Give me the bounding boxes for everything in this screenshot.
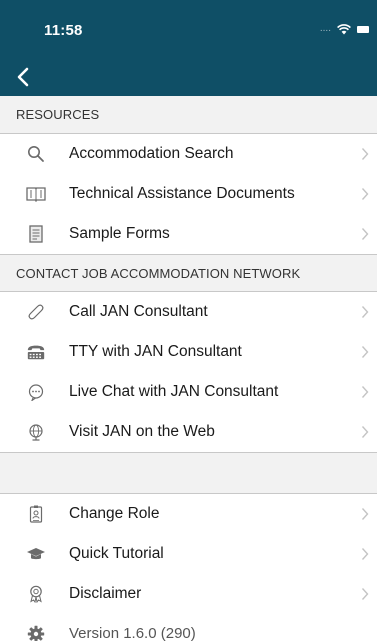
chevron-right-icon (361, 386, 369, 398)
gear-icon (26, 624, 46, 641)
chevron-right-icon (361, 346, 369, 358)
version-row: Version 1.6.0 (290) (0, 614, 377, 641)
status-bar: 11:58 .... (0, 0, 377, 58)
row-label: Quick Tutorial (69, 545, 164, 562)
row-label: Accommodation Search (69, 145, 234, 162)
document-icon (26, 224, 46, 244)
row-label: Visit JAN on the Web (69, 423, 215, 440)
row-change-role[interactable]: Change Role (0, 494, 377, 534)
row-visit-jan-on-the-web[interactable]: Visit JAN on the Web (0, 412, 377, 452)
row-live-chat-with-jan-consultant[interactable]: Live Chat with JAN Consultant (0, 372, 377, 412)
battery-icon (357, 25, 369, 33)
graduation-cap-icon (26, 544, 46, 564)
row-label: Change Role (69, 505, 160, 522)
version-label: Version 1.6.0 (290) (69, 625, 196, 641)
wifi-icon (337, 23, 351, 34)
section-header-contact: CONTACT JOB ACCOMMODATION NETWORK (0, 254, 377, 292)
row-technical-assistance-documents[interactable]: Technical Assistance Documents (0, 174, 377, 214)
signal-dots-icon: .... (319, 23, 331, 34)
row-label: Call JAN Consultant (69, 303, 208, 320)
chevron-right-icon (361, 548, 369, 560)
settings-list: RESOURCES Accommodation Search Technical… (0, 96, 377, 641)
back-button[interactable] (8, 62, 38, 92)
row-tty-with-jan-consultant[interactable]: TTY with JAN Consultant (0, 332, 377, 372)
row-disclaimer[interactable]: Disclaimer (0, 574, 377, 614)
chevron-right-icon (361, 426, 369, 438)
phone-icon (26, 302, 46, 322)
chevron-left-icon (17, 67, 29, 87)
row-quick-tutorial[interactable]: Quick Tutorial (0, 534, 377, 574)
chevron-right-icon (361, 588, 369, 600)
status-icons: .... (320, 22, 369, 36)
section-header-resources: RESOURCES (0, 96, 377, 134)
chevron-right-icon (361, 148, 369, 160)
book-icon (26, 184, 46, 204)
id-badge-icon (26, 504, 46, 524)
navigation-bar (0, 58, 377, 96)
row-call-jan-consultant[interactable]: Call JAN Consultant (0, 292, 377, 332)
chat-bubble-icon (26, 382, 46, 402)
tty-icon (26, 342, 46, 362)
row-sample-forms[interactable]: Sample Forms (0, 214, 377, 254)
chevron-right-icon (361, 306, 369, 318)
award-ribbon-icon (26, 584, 46, 604)
row-label: TTY with JAN Consultant (69, 343, 242, 360)
globe-icon (26, 422, 46, 442)
row-accommodation-search[interactable]: Accommodation Search (0, 134, 377, 174)
row-label: Technical Assistance Documents (69, 185, 295, 202)
row-label: Sample Forms (69, 225, 170, 242)
chevron-right-icon (361, 188, 369, 200)
row-label: Disclaimer (69, 585, 142, 602)
section-spacer (0, 452, 377, 494)
row-label: Live Chat with JAN Consultant (69, 383, 279, 400)
search-icon (26, 144, 46, 164)
chevron-right-icon (361, 228, 369, 240)
status-time: 11:58 (44, 22, 83, 39)
chevron-right-icon (361, 508, 369, 520)
